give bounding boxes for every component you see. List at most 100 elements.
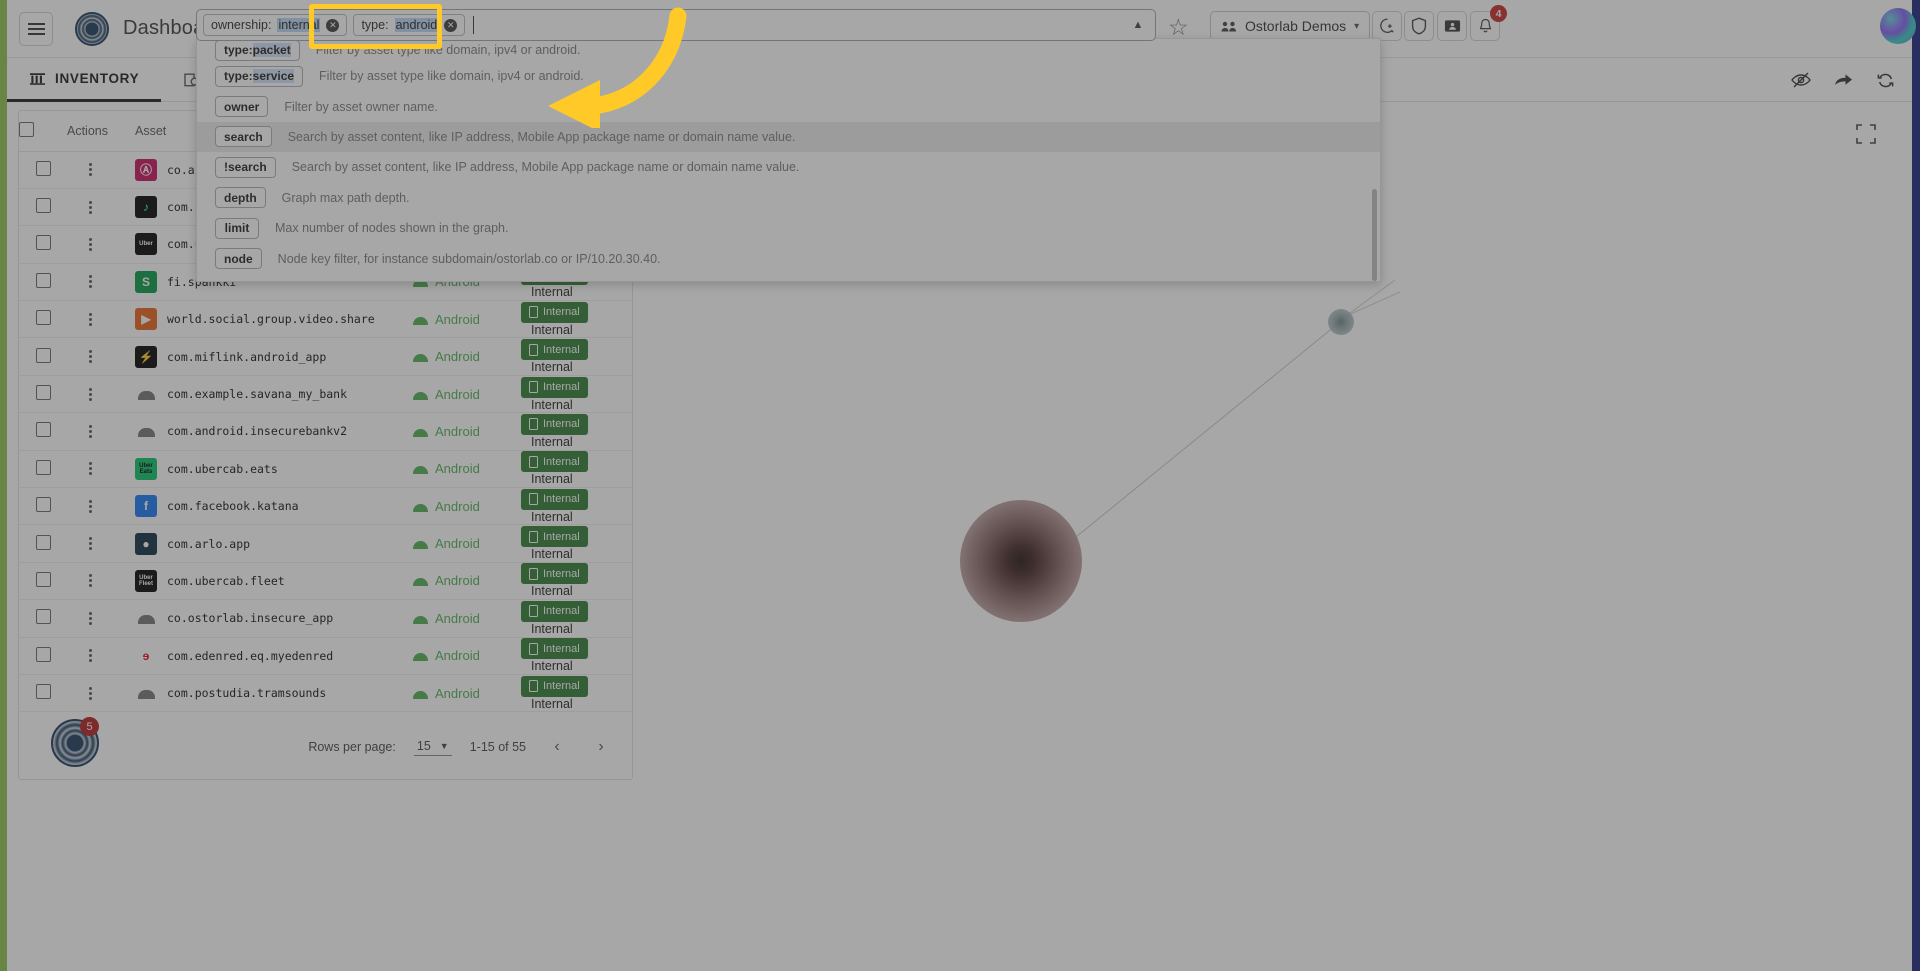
row-checkbox[interactable] xyxy=(35,646,51,662)
cluster-node-small[interactable] xyxy=(1328,309,1354,335)
row-checkbox[interactable] xyxy=(35,272,51,288)
table-row[interactable]: com.postudia.tramsounds Android Internal In… xyxy=(19,674,632,713)
row-actions-menu[interactable] xyxy=(67,312,113,326)
filter-suggestions-dropdown[interactable]: type: packet Filter by asset type like dom… xyxy=(196,38,1381,282)
device-icon xyxy=(529,418,538,431)
row-checkbox[interactable] xyxy=(35,459,51,475)
app-root: Dashboard ownership: internal ✕ type: andr… xyxy=(0,0,1920,971)
select-all-checkbox[interactable] xyxy=(19,121,34,137)
filter-suggestion-type[interactable]: type: service Filter by asset type like do… xyxy=(197,61,1380,91)
table-row[interactable]: Uber Eats com.ubercab.eats Android Internal… xyxy=(19,450,632,489)
cluster-node-large[interactable] xyxy=(960,500,1082,622)
row-checkbox[interactable] xyxy=(35,497,51,513)
row-actions-menu[interactable] xyxy=(67,462,113,476)
chevron-up-icon[interactable]: ▲ xyxy=(1127,14,1149,36)
suggestion-key: !search xyxy=(215,156,276,178)
asset-name: com.ubercab.eats xyxy=(167,461,278,476)
chevron-right-icon[interactable]: › xyxy=(588,734,614,760)
row-checkbox[interactable] xyxy=(35,310,51,326)
row-checkbox[interactable] xyxy=(35,198,51,214)
suggestion-description: Filter by asset owner name. xyxy=(284,99,438,114)
filter-suggestion-depth[interactable]: depth Graph max path depth. xyxy=(197,183,1380,213)
row-actions-menu[interactable] xyxy=(67,275,113,289)
status-badge-label: Internal xyxy=(543,306,580,319)
row-checkbox[interactable] xyxy=(35,347,51,363)
status-badge-label: Internal xyxy=(543,680,580,693)
device-icon xyxy=(529,493,538,506)
row-checkbox[interactable] xyxy=(35,160,51,176)
filter-suggestion-!search[interactable]: !search Search by asset content, like IP … xyxy=(197,152,1380,182)
filter-suggestion-node[interactable]: node Node key filter, for instance subdom… xyxy=(197,243,1380,273)
suggestion-key: type: packet xyxy=(215,39,300,61)
row-actions-menu[interactable] xyxy=(67,387,113,401)
row-actions-menu[interactable] xyxy=(67,200,113,214)
row-actions-menu[interactable] xyxy=(67,686,113,700)
row-actions-menu[interactable] xyxy=(67,350,113,364)
row-checkbox[interactable] xyxy=(35,385,51,401)
asset-type: Android xyxy=(413,387,521,402)
table-row[interactable]: ɘ com.edenred.eq.myedenred Android Internal… xyxy=(19,637,632,675)
row-checkbox[interactable] xyxy=(35,235,51,251)
bell-icon xyxy=(1479,18,1491,32)
row-checkbox[interactable] xyxy=(35,609,51,625)
row-actions-menu[interactable] xyxy=(67,424,113,438)
row-actions-menu[interactable] xyxy=(67,537,113,551)
table-row[interactable]: ● com.arlo.app Android Internal Internal xyxy=(19,524,632,563)
dropdown-scrollbar[interactable] xyxy=(1372,189,1377,281)
row-actions-menu[interactable] xyxy=(67,237,113,251)
row-checkbox[interactable] xyxy=(35,684,51,700)
star-outline-icon[interactable]: ☆ xyxy=(1168,14,1189,41)
row-actions-menu[interactable] xyxy=(67,574,113,588)
asset-type: Android xyxy=(413,461,521,476)
asset-type: Android xyxy=(413,312,521,327)
row-actions-menu[interactable] xyxy=(67,499,113,513)
org-selector[interactable]: Ostorlab Demos ▾ xyxy=(1210,11,1371,41)
status-badge-label: Internal xyxy=(543,343,580,356)
filter-suggestion-owner[interactable]: owner Filter by asset owner name. xyxy=(197,91,1380,121)
ostorlab-chat-icon[interactable]: 5 xyxy=(51,717,99,767)
row-actions-menu[interactable] xyxy=(67,611,113,625)
filter-suggestion-limit[interactable]: limit Max number of nodes shown in the gr… xyxy=(197,213,1380,243)
edenred-icon: ɘ xyxy=(135,644,157,667)
table-row[interactable]: ▶ world.social.group.video.share Android In… xyxy=(19,300,632,339)
owner-label: Internal xyxy=(531,621,573,636)
row-checkbox[interactable] xyxy=(35,422,51,438)
table-row[interactable]: com.android.insecurebankv2 Android Interna… xyxy=(19,412,632,451)
android-icon xyxy=(413,613,428,624)
ostorlab-logo-icon[interactable] xyxy=(75,11,109,46)
owner-label: Internal xyxy=(531,584,573,599)
airbnb-icon: Ⓐ xyxy=(135,158,157,181)
status-badge: Internal xyxy=(521,563,588,585)
owner-label: Internal xyxy=(531,322,573,337)
android-default-icon xyxy=(135,383,157,405)
tickets-button[interactable] xyxy=(1437,11,1467,41)
notifications-button[interactable]: 4 xyxy=(1470,5,1507,41)
table-row[interactable]: ⚡ com.miflink.android_app Android Internal I… xyxy=(19,337,632,376)
owner-label: Internal xyxy=(531,285,573,300)
row-checkbox[interactable] xyxy=(35,571,51,587)
left-accent-rail xyxy=(0,0,7,971)
row-checkbox[interactable] xyxy=(35,534,51,550)
rows-per-page-select[interactable]: 15 ▼ xyxy=(413,739,452,756)
share-button[interactable] xyxy=(1826,63,1860,97)
row-actions-menu[interactable] xyxy=(67,649,113,663)
table-row[interactable]: com.example.savana_my_bank Android Interna… xyxy=(19,375,632,414)
refresh-button[interactable] xyxy=(1868,63,1902,97)
security-button[interactable] xyxy=(1404,11,1434,41)
android-icon xyxy=(413,501,428,512)
user-avatar[interactable] xyxy=(1880,8,1916,44)
eye-off-icon xyxy=(1791,72,1811,88)
hamburger-icon[interactable] xyxy=(19,11,53,46)
table-row[interactable]: co.ostorlab.insecure_app Android Internal I… xyxy=(19,599,632,638)
uber-eats-icon: Uber Eats xyxy=(135,457,157,480)
owner-label: Internal xyxy=(531,696,573,711)
table-row[interactable]: Uber Fleet com.ubercab.fleet Android Intern… xyxy=(19,562,632,601)
row-actions-menu[interactable] xyxy=(67,163,113,177)
status-badge-label: Internal xyxy=(543,605,580,618)
table-row[interactable]: f com.facebook.katana Android Internal Inter… xyxy=(19,487,632,526)
add-scan-button[interactable] xyxy=(1372,11,1402,41)
chevron-left-icon[interactable]: ‹ xyxy=(544,734,570,760)
hide-button[interactable] xyxy=(1784,63,1818,97)
filter-suggestion-search[interactable]: search Search by asset content, like IP a… xyxy=(197,121,1380,153)
tab-inventory[interactable]: INVENTORY xyxy=(7,58,162,102)
